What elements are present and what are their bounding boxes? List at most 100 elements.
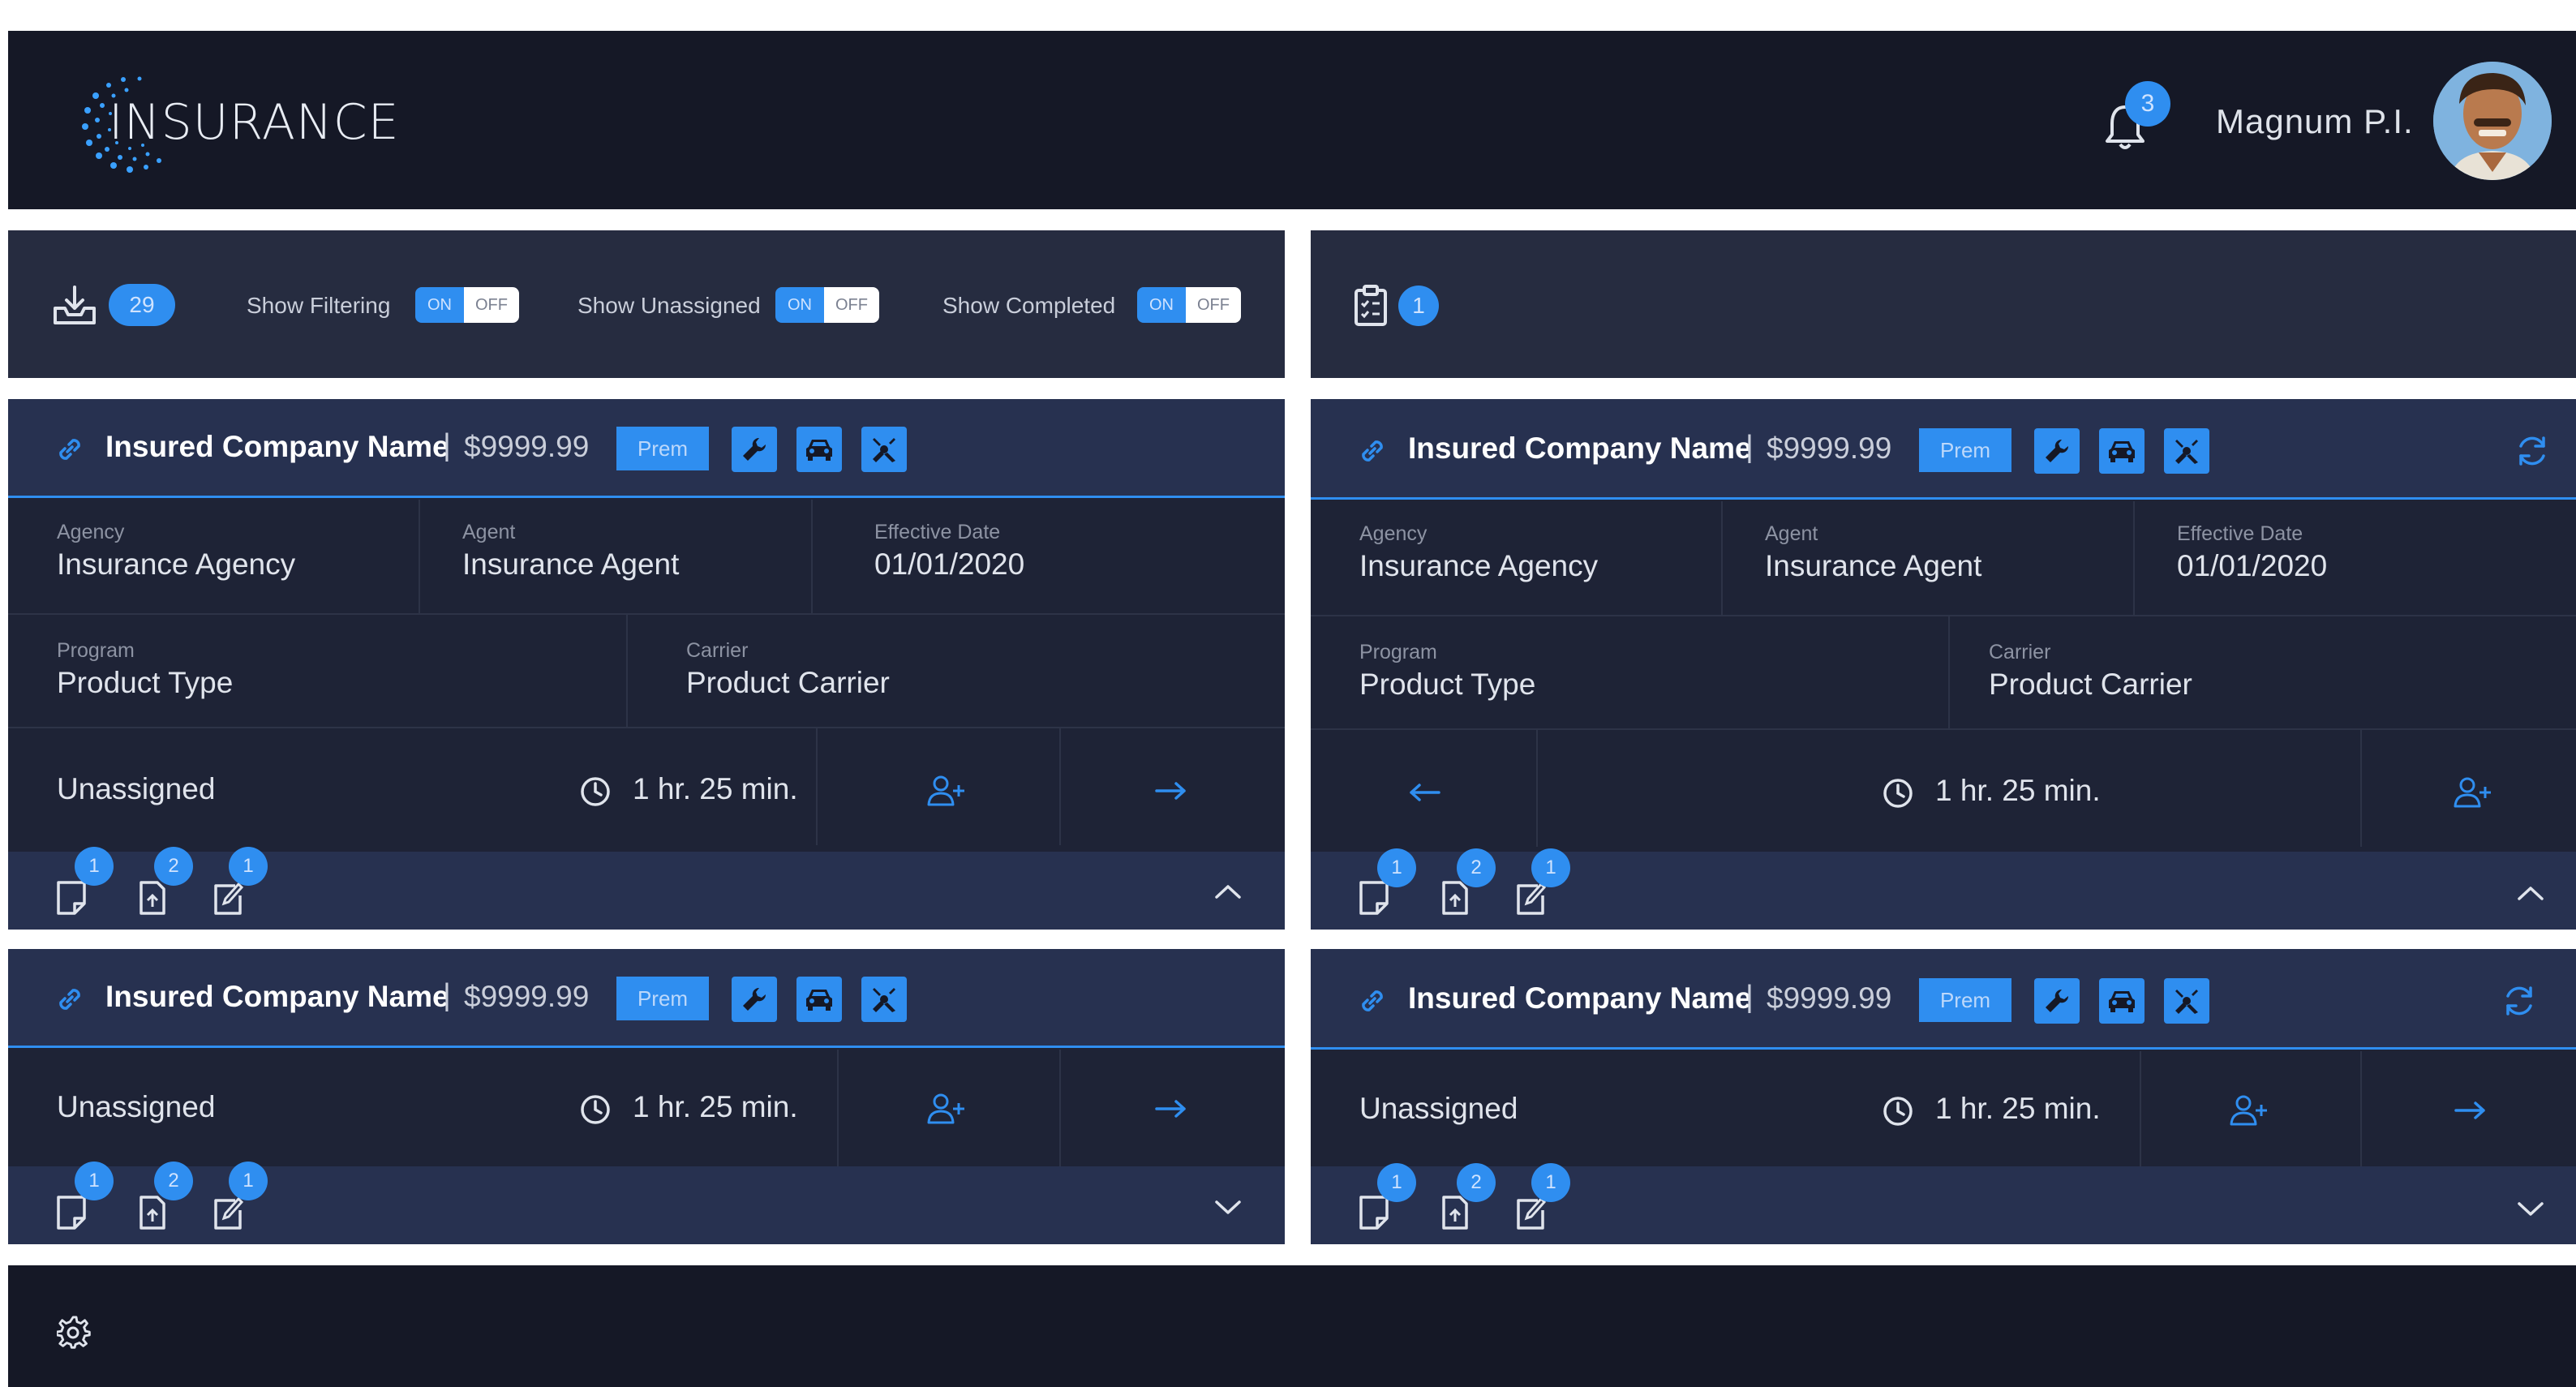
carrier-field: Carrier Product Carrier: [1989, 641, 2192, 702]
add-user-icon[interactable]: [2453, 775, 2493, 809]
note-count-badge: 1: [75, 1162, 114, 1200]
tools-button[interactable]: [2164, 978, 2209, 1024]
edit-count-badge: 1: [1531, 848, 1570, 887]
divider: [2133, 501, 2135, 615]
inbox-download-icon[interactable]: [52, 284, 97, 326]
link-icon[interactable]: [54, 983, 86, 1016]
policy-card: Insured Company Name | $9999.99 Prem Age…: [8, 399, 1285, 930]
wrench-button[interactable]: [732, 427, 777, 472]
wrench-icon: [743, 987, 766, 1011]
refresh-icon[interactable]: [2501, 983, 2537, 1019]
insured-company-name[interactable]: Insured Company Name: [105, 430, 449, 464]
edit-count-badge: 1: [229, 847, 268, 886]
arrow-left-icon[interactable]: [1406, 782, 1442, 803]
divider: [1948, 616, 1950, 728]
bottom-bar: [8, 1265, 2576, 1387]
note-icon[interactable]: [55, 1194, 88, 1230]
prem-button[interactable]: Prem: [1919, 978, 2011, 1022]
effective-date-field: Effective Date 01/01/2020: [874, 521, 1024, 582]
divider: [1721, 501, 1723, 615]
edit-count-badge: 1: [1531, 1163, 1570, 1202]
edit-icon[interactable]: [211, 1194, 243, 1230]
arrow-right-icon[interactable]: [2453, 1100, 2488, 1121]
prem-button[interactable]: Prem: [616, 427, 709, 470]
premium-amount: $9999.99: [1767, 981, 1892, 1015]
show-completed-toggle[interactable]: ON OFF: [1137, 287, 1241, 323]
toggle-off-label: OFF: [464, 287, 519, 323]
carrier-label: Carrier: [686, 639, 749, 662]
task-bar: 1: [1311, 230, 2576, 378]
show-unassigned-label: Show Unassigned: [577, 293, 761, 318]
wrench-button[interactable]: [2034, 428, 2080, 474]
divider: [1059, 1050, 1061, 1166]
tools-button[interactable]: [861, 427, 907, 472]
show-filtering-label: Show Filtering: [247, 293, 391, 318]
tools-button[interactable]: [2164, 428, 2209, 474]
agency-value: Insurance Agency: [1359, 549, 1599, 582]
effective-date-field: Effective Date 01/01/2020: [2177, 522, 2327, 583]
note-count-badge: 1: [1377, 848, 1416, 887]
prem-button[interactable]: Prem: [1919, 428, 2011, 472]
link-icon[interactable]: [1356, 985, 1389, 1017]
avatar[interactable]: [2433, 62, 2552, 180]
arrow-right-icon[interactable]: [1153, 780, 1189, 801]
note-icon[interactable]: [55, 879, 88, 915]
car-icon: [806, 990, 832, 1011]
chevron-up-icon[interactable]: [2516, 884, 2545, 902]
program-label: Program: [1359, 641, 1437, 663]
wrench-button[interactable]: [2034, 978, 2080, 1024]
show-unassigned-toggle[interactable]: ON OFF: [775, 287, 879, 323]
agent-label: Agent: [462, 521, 516, 543]
tools-button[interactable]: [861, 977, 907, 1022]
link-icon[interactable]: [1356, 435, 1389, 467]
user-name[interactable]: Magnum P.I.: [2216, 102, 2414, 141]
notification-count-badge: 3: [2125, 81, 2170, 127]
chevron-up-icon[interactable]: [1213, 882, 1243, 900]
file-upload-icon[interactable]: [136, 1194, 169, 1230]
refresh-icon[interactable]: [2514, 433, 2550, 469]
edit-icon[interactable]: [211, 879, 243, 915]
clipboard-checklist-icon[interactable]: [1353, 284, 1389, 328]
premium-amount: $9999.99: [1767, 432, 1892, 465]
gear-icon[interactable]: [57, 1316, 91, 1350]
toggle-on-label: ON: [775, 287, 824, 323]
filter-bar: 29 Show Filtering ON OFF Show Unassigned…: [8, 230, 1285, 378]
file-upload-icon[interactable]: [136, 879, 169, 915]
car-button[interactable]: [2099, 428, 2145, 474]
insured-company-name[interactable]: Insured Company Name: [1408, 981, 1752, 1016]
insured-company-name[interactable]: Insured Company Name: [105, 980, 449, 1014]
chevron-down-icon[interactable]: [2516, 1200, 2545, 1218]
divider: [419, 500, 420, 613]
clock-icon: [1883, 779, 1913, 808]
card-header: Insured Company Name | $9999.99 Prem: [8, 399, 1285, 498]
add-user-icon[interactable]: [2229, 1093, 2269, 1127]
effective-date-label: Effective Date: [2177, 522, 2303, 545]
title-separator: |: [443, 428, 451, 462]
tools-icon: [2175, 440, 2198, 464]
car-button[interactable]: [2099, 978, 2145, 1024]
show-filtering-toggle[interactable]: ON OFF: [415, 287, 519, 323]
tools-icon: [873, 988, 895, 1012]
toggle-off-label: OFF: [1186, 287, 1241, 323]
car-button[interactable]: [796, 977, 842, 1022]
clock-icon: [581, 777, 610, 806]
toggle-on-label: ON: [415, 287, 464, 323]
note-icon[interactable]: [1358, 879, 1390, 915]
link-icon[interactable]: [54, 433, 86, 466]
note-icon[interactable]: [1358, 1194, 1390, 1230]
carrier-label: Carrier: [1989, 641, 2051, 663]
prem-button[interactable]: Prem: [616, 977, 709, 1020]
show-completed-label: Show Completed: [942, 293, 1116, 318]
wrench-button[interactable]: [732, 977, 777, 1022]
car-button[interactable]: [796, 427, 842, 472]
chevron-down-icon[interactable]: [1213, 1199, 1243, 1217]
card-footer: 1 2 1: [1311, 1163, 2576, 1244]
add-user-icon[interactable]: [926, 1092, 967, 1126]
time-elapsed: 1 hr. 25 min.: [633, 772, 798, 805]
insured-company-name[interactable]: Insured Company Name: [1408, 432, 1752, 466]
add-user-icon[interactable]: [926, 774, 967, 808]
premium-amount: $9999.99: [464, 430, 590, 463]
assignment-status: Unassigned: [1359, 1092, 1518, 1125]
arrow-right-icon[interactable]: [1153, 1098, 1189, 1119]
divider: [8, 727, 1285, 728]
